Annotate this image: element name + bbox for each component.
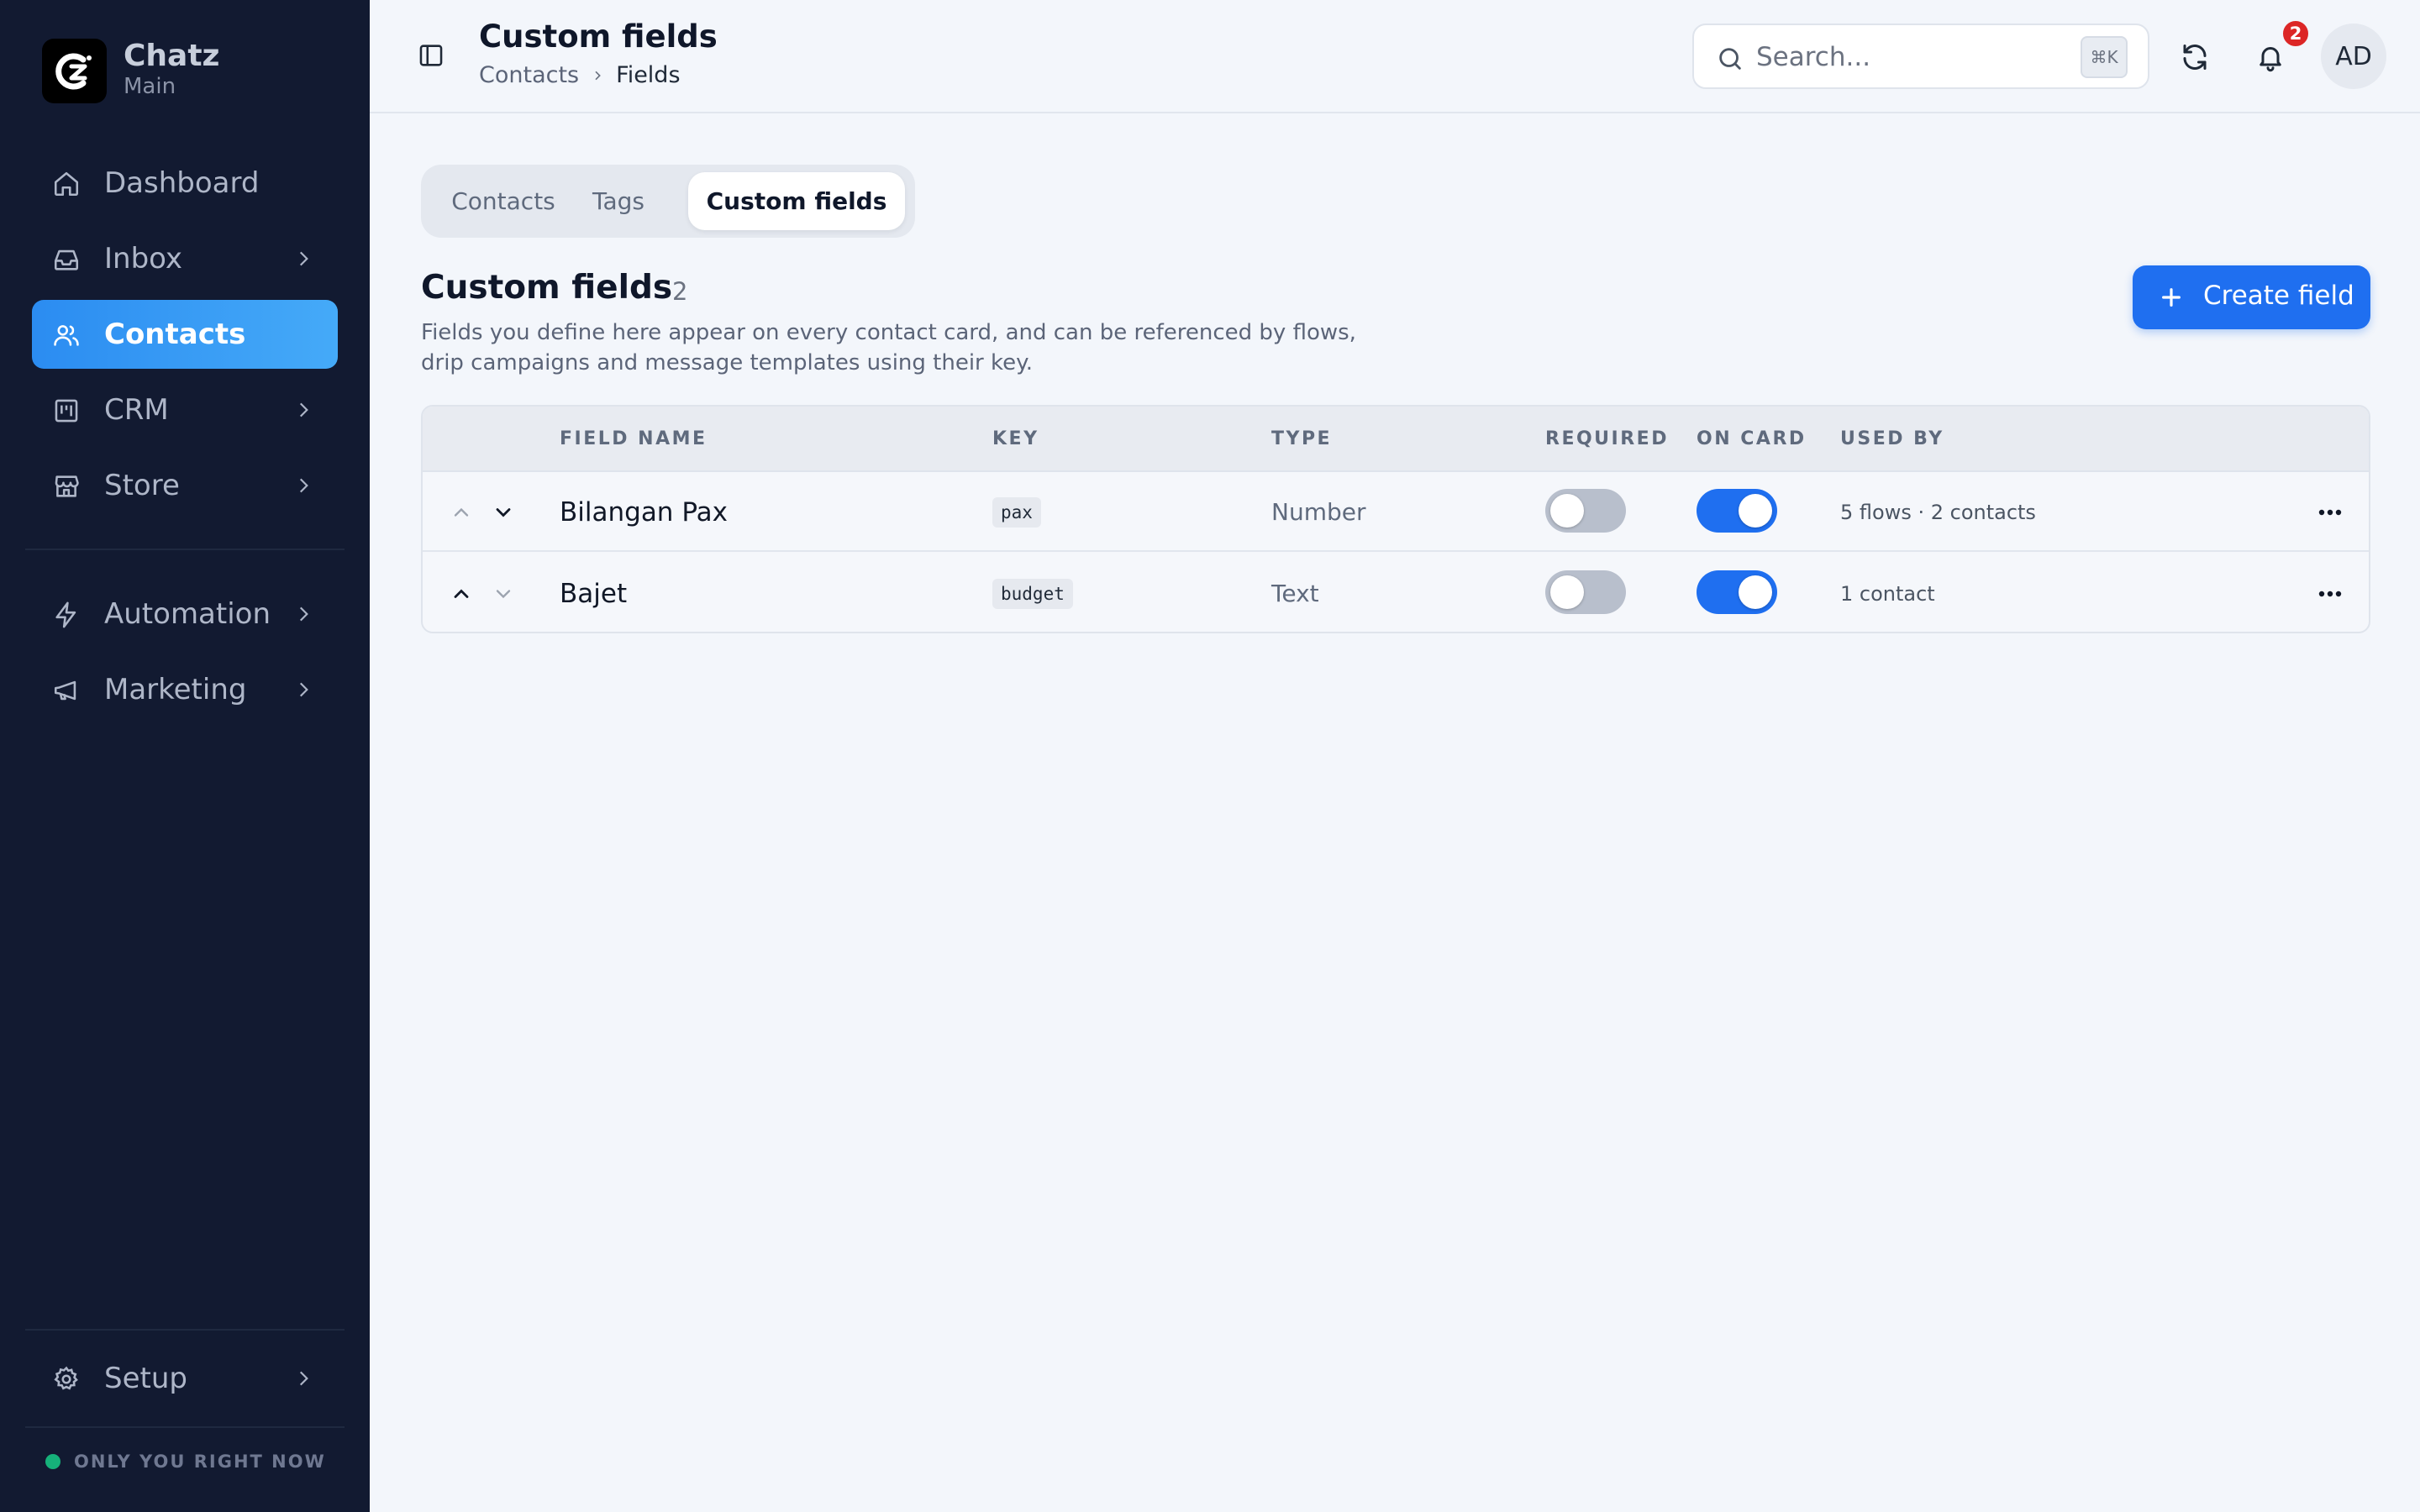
create-field-label: Create field bbox=[2203, 281, 2354, 311]
field-type: Text bbox=[1271, 580, 1319, 607]
chevron-right-icon bbox=[299, 682, 308, 697]
sidebar-item-dashboard[interactable]: Dashboard bbox=[32, 149, 338, 218]
breadcrumb-contacts[interactable]: Contacts bbox=[479, 62, 579, 88]
home-icon bbox=[54, 171, 79, 197]
column-header-key: KEY bbox=[992, 428, 1039, 449]
sidebar-item-label: Marketing bbox=[104, 673, 247, 706]
column-header-type: TYPE bbox=[1271, 428, 1333, 449]
store-icon bbox=[55, 475, 79, 497]
field-type: Number bbox=[1271, 498, 1366, 526]
tab-custom-fields[interactable]: Custom fields bbox=[688, 172, 905, 230]
on-card-toggle[interactable] bbox=[1697, 570, 1777, 614]
create-field-button[interactable]: Create field bbox=[2133, 265, 2370, 329]
section-title: Custom fields bbox=[421, 269, 673, 307]
section-tabs: Contacts Tags Custom fields bbox=[421, 165, 915, 238]
presence-indicator: ONLY YOU RIGHT NOW bbox=[45, 1452, 326, 1472]
sidebar-item-label: Setup bbox=[104, 1362, 187, 1395]
bolt-icon bbox=[55, 601, 76, 628]
row-actions-button[interactable] bbox=[2313, 497, 2347, 528]
more-horizontal-icon bbox=[2318, 591, 2342, 597]
megaphone-icon bbox=[54, 680, 76, 701]
workspace-name: Main bbox=[124, 74, 176, 99]
move-up-icon[interactable] bbox=[450, 501, 473, 524]
row-actions-button[interactable] bbox=[2313, 579, 2347, 609]
chevron-right-icon bbox=[299, 1371, 308, 1386]
sidebar-toggle-icon[interactable] bbox=[417, 41, 445, 70]
sidebar-divider bbox=[25, 549, 345, 550]
table-header: FIELD NAME KEY TYPE REQUIRED ON CARD USE… bbox=[423, 407, 2369, 472]
field-count: 2 bbox=[672, 277, 688, 306]
refresh-icon bbox=[2183, 45, 2207, 70]
field-key: pax bbox=[992, 497, 1041, 528]
plus-icon bbox=[2162, 288, 2181, 307]
presence-label: ONLY YOU RIGHT NOW bbox=[74, 1452, 326, 1472]
field-name: Bilangan Pax bbox=[560, 497, 728, 528]
used-by: 5 flows · 2 contacts bbox=[1840, 501, 2036, 524]
workspace-switcher[interactable]: Chatz Main bbox=[42, 39, 220, 103]
chevron-right-icon bbox=[299, 402, 308, 417]
sidebar-item-label: CRM bbox=[104, 393, 169, 427]
sidebar-divider bbox=[25, 1426, 345, 1428]
chatz-logo-icon bbox=[42, 39, 107, 103]
online-status-dot bbox=[45, 1454, 60, 1469]
column-header-on-card: ON CARD bbox=[1697, 428, 1807, 449]
avatar[interactable]: AD bbox=[2321, 24, 2386, 89]
move-up-icon[interactable] bbox=[450, 582, 473, 606]
page-title: Custom fields bbox=[479, 18, 718, 55]
field-key: budget bbox=[992, 579, 1073, 609]
column-header-field-name: FIELD NAME bbox=[560, 428, 708, 449]
sidebar-item-label: Automation bbox=[104, 597, 271, 631]
gear-icon bbox=[54, 1366, 78, 1390]
on-card-toggle[interactable] bbox=[1697, 489, 1777, 533]
more-horizontal-icon bbox=[2318, 509, 2342, 516]
search-box[interactable]: ⌘K bbox=[1692, 24, 2149, 89]
kanban-icon bbox=[55, 399, 78, 423]
tab-contacts[interactable]: Contacts bbox=[436, 172, 571, 230]
sidebar-item-contacts[interactable]: Contacts bbox=[32, 300, 338, 369]
table-row: Bilangan Pax pax Number 5 flows · 2 cont… bbox=[423, 472, 2369, 552]
chevron-right-icon bbox=[299, 606, 308, 622]
sidebar-item-store[interactable]: Store bbox=[32, 451, 338, 520]
sidebar-item-crm[interactable]: CRM bbox=[32, 375, 338, 444]
sidebar-item-label: Contacts bbox=[104, 318, 246, 351]
brand-name: Chatz bbox=[124, 39, 220, 73]
chevron-right-icon bbox=[595, 71, 601, 80]
required-toggle[interactable] bbox=[1545, 489, 1626, 533]
sidebar-item-setup[interactable]: Setup bbox=[32, 1344, 338, 1413]
section-description: Fields you define here appear on every c… bbox=[421, 320, 1356, 375]
sidebar-divider bbox=[25, 1329, 345, 1331]
sidebar-item-inbox[interactable]: Inbox bbox=[32, 224, 338, 293]
field-name: Bajet bbox=[560, 579, 628, 609]
search-shortcut-hint: ⌘K bbox=[2081, 36, 2128, 78]
inbox-icon bbox=[54, 249, 79, 270]
column-header-used-by: USED BY bbox=[1840, 428, 1944, 449]
chevron-right-icon bbox=[299, 251, 308, 266]
tab-tags[interactable]: Tags bbox=[571, 172, 666, 230]
sidebar-item-automation[interactable]: Automation bbox=[32, 580, 338, 648]
move-down-icon[interactable] bbox=[492, 582, 515, 606]
column-header-required: REQUIRED bbox=[1545, 428, 1669, 449]
search-icon bbox=[1719, 48, 1741, 70]
bell-icon bbox=[2260, 47, 2281, 72]
breadcrumb-fields: Fields bbox=[616, 62, 681, 88]
sidebar: Chatz Main Dashboard Inbox Contacts CRM … bbox=[0, 0, 370, 1512]
sidebar-item-label: Store bbox=[104, 469, 180, 502]
move-down-icon[interactable] bbox=[492, 501, 515, 524]
sidebar-item-label: Dashboard bbox=[104, 166, 260, 200]
sidebar-item-label: Inbox bbox=[104, 242, 183, 276]
notification-badge: 2 bbox=[2281, 18, 2311, 49]
refresh-button[interactable] bbox=[2175, 37, 2215, 77]
required-toggle[interactable] bbox=[1545, 570, 1626, 614]
search-input[interactable] bbox=[1756, 37, 2075, 77]
breadcrumb: Contacts Fields bbox=[479, 62, 681, 88]
users-icon bbox=[54, 325, 79, 346]
used-by: 1 contact bbox=[1840, 582, 1935, 606]
sidebar-item-marketing[interactable]: Marketing bbox=[32, 655, 338, 724]
top-bar: Custom fields Contacts Fields ⌘K 2 AD bbox=[370, 0, 2420, 113]
custom-fields-table: FIELD NAME KEY TYPE REQUIRED ON CARD USE… bbox=[421, 405, 2370, 633]
chevron-right-icon bbox=[299, 478, 308, 493]
table-row: Bajet budget Text 1 contact bbox=[423, 554, 2369, 632]
